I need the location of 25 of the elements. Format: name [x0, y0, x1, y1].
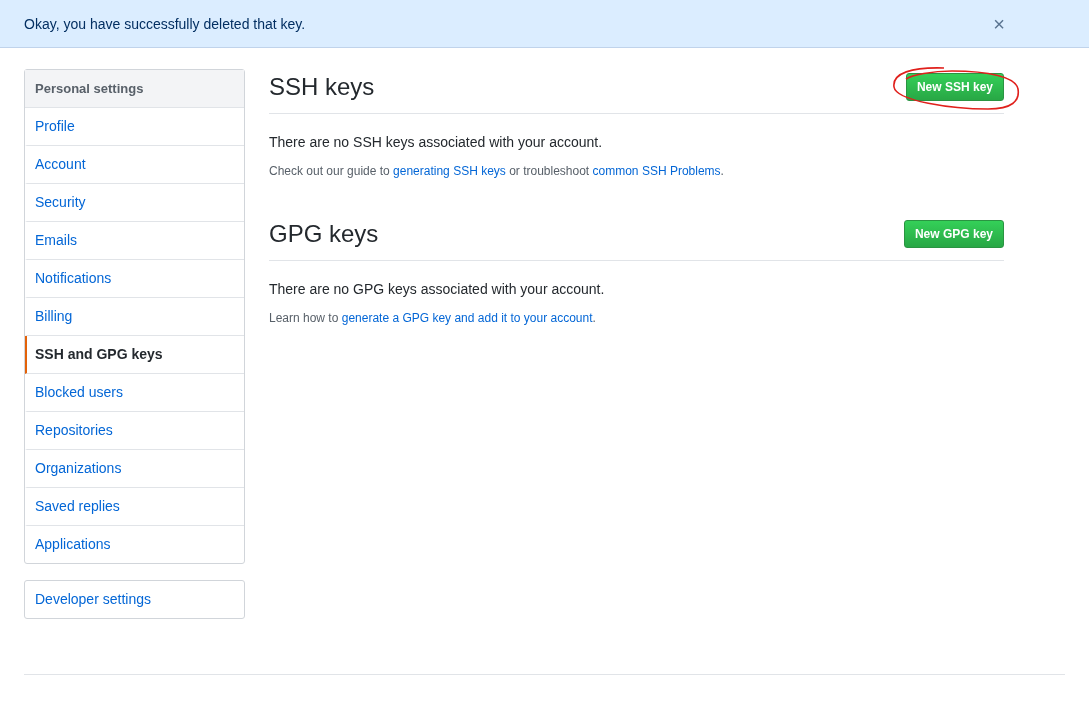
sidebar-item[interactable]: Saved replies [25, 488, 244, 526]
sidebar-item[interactable]: Security [25, 184, 244, 222]
section-title: GPG keys [269, 220, 379, 248]
sidebar-item[interactable]: Notifications [25, 260, 244, 298]
help-link[interactable]: generate a GPG key and add it to your account [341, 311, 593, 325]
help-link[interactable]: common SSH Problems [592, 164, 721, 178]
sidebar-item[interactable]: Applications [25, 526, 244, 563]
sidebar-item[interactable]: SSH and GPG keys [25, 336, 244, 374]
sidebar-item[interactable]: Account [25, 146, 244, 184]
sidebar-item[interactable]: Profile [25, 108, 244, 146]
developer-settings-link[interactable]: Developer settings [25, 581, 244, 618]
empty-message: There are no GPG keys associated with your account. [269, 281, 606, 297]
sidebar-item[interactable]: Blocked users [25, 374, 244, 412]
help-link[interactable]: generating SSH keys [393, 164, 506, 178]
section-title: SSH keys [269, 73, 375, 101]
help-text: Check out our guide to generating SSH keys or troubleshoot common SSH Problems. [269, 164, 725, 178]
empty-message: There are no SSH keys associated with your account. [269, 134, 604, 150]
close-button[interactable]: × [989, 13, 1009, 34]
sidebar-item[interactable]: Emails [25, 222, 244, 260]
sidebar-item[interactable]: Billing [25, 298, 244, 336]
sidebar-item[interactable]: Organizations [25, 450, 244, 488]
help-text: Learn how to generate a GPG key and add it to your account. [269, 311, 597, 325]
menu-heading: Personal settings [25, 70, 244, 108]
sidebar-item[interactable]: Repositories [25, 412, 244, 450]
flash-message: Okay, you have successfully deleted that key. [24, 15, 306, 32]
